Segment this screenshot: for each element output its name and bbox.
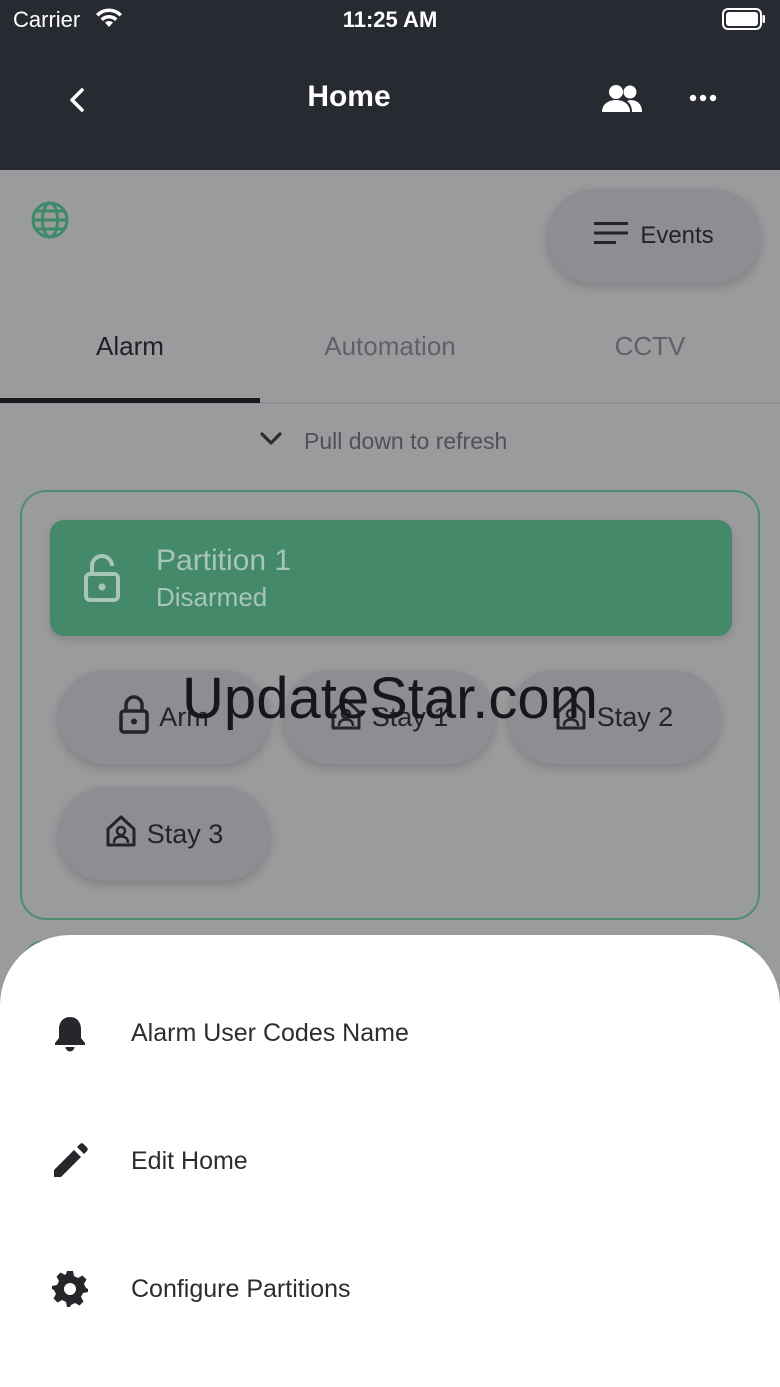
- app-bar: Home: [0, 42, 780, 170]
- unlocked-lock-icon: [82, 554, 122, 607]
- sheet-item-label: Alarm User Codes Name: [131, 1019, 409, 1047]
- tab-automation[interactable]: Automation: [260, 310, 520, 402]
- chevron-down-icon: [258, 428, 284, 455]
- home-user-icon: [105, 814, 137, 855]
- options-bottom-sheet: Alarm User Codes Name Edit Home Configur…: [0, 935, 780, 1387]
- users-icon[interactable]: [600, 82, 644, 121]
- lock-icon: [119, 694, 149, 741]
- arm-button[interactable]: Arm: [58, 670, 270, 764]
- bell-icon: [50, 1013, 90, 1058]
- menu-lines-icon: [594, 221, 629, 252]
- sheet-item-edit-home[interactable]: Edit Home: [0, 1097, 780, 1225]
- status-time: 11:25 AM: [342, 7, 438, 32]
- more-options-icon[interactable]: [689, 90, 717, 108]
- partition-state: Disarmed: [156, 582, 268, 612]
- stay-2-label: Stay 2: [596, 701, 674, 732]
- tab-active-indicator: [0, 398, 260, 403]
- stay-1-label: Stay 1: [371, 701, 449, 732]
- tab-cctv[interactable]: CCTV: [520, 310, 780, 402]
- globe-icon[interactable]: [30, 200, 70, 245]
- partition-header[interactable]: Partition 1 Disarmed: [50, 520, 732, 636]
- sheet-item-label: Configure Partitions: [131, 1275, 351, 1303]
- home-user-icon: [330, 697, 362, 738]
- tab-bar: Alarm Automation CCTV: [0, 310, 780, 404]
- stay-1-button[interactable]: Stay 1: [283, 670, 495, 764]
- refresh-hint-text: Pull down to refresh: [304, 428, 508, 454]
- status-bar: Carrier 11:25 AM: [0, 0, 780, 42]
- sheet-item-configure-partitions[interactable]: Configure Partitions: [0, 1225, 780, 1353]
- tab-alarm[interactable]: Alarm: [0, 310, 260, 402]
- partition-card: Partition 1 Disarmed Arm Stay 1 Stay 2 S…: [20, 490, 760, 920]
- pull-to-refresh-hint: Pull down to refresh: [258, 428, 507, 455]
- stay-3-button[interactable]: Stay 3: [58, 787, 270, 881]
- home-user-icon: [555, 697, 587, 738]
- events-label: Events: [640, 222, 714, 249]
- page-title: Home: [307, 80, 391, 113]
- gear-icon: [50, 1269, 90, 1314]
- battery-icon: [722, 8, 766, 35]
- sheet-item-label: Edit Home: [131, 1147, 248, 1175]
- arm-label: Arm: [159, 701, 209, 732]
- stay-2-button[interactable]: Stay 2: [508, 670, 720, 764]
- sheet-item-alarm-user-codes[interactable]: Alarm User Codes Name: [0, 969, 780, 1097]
- pencil-icon: [50, 1141, 90, 1186]
- events-button[interactable]: Events: [547, 189, 761, 283]
- stay-3-label: Stay 3: [146, 818, 224, 849]
- partition-name: Partition 1: [156, 544, 292, 577]
